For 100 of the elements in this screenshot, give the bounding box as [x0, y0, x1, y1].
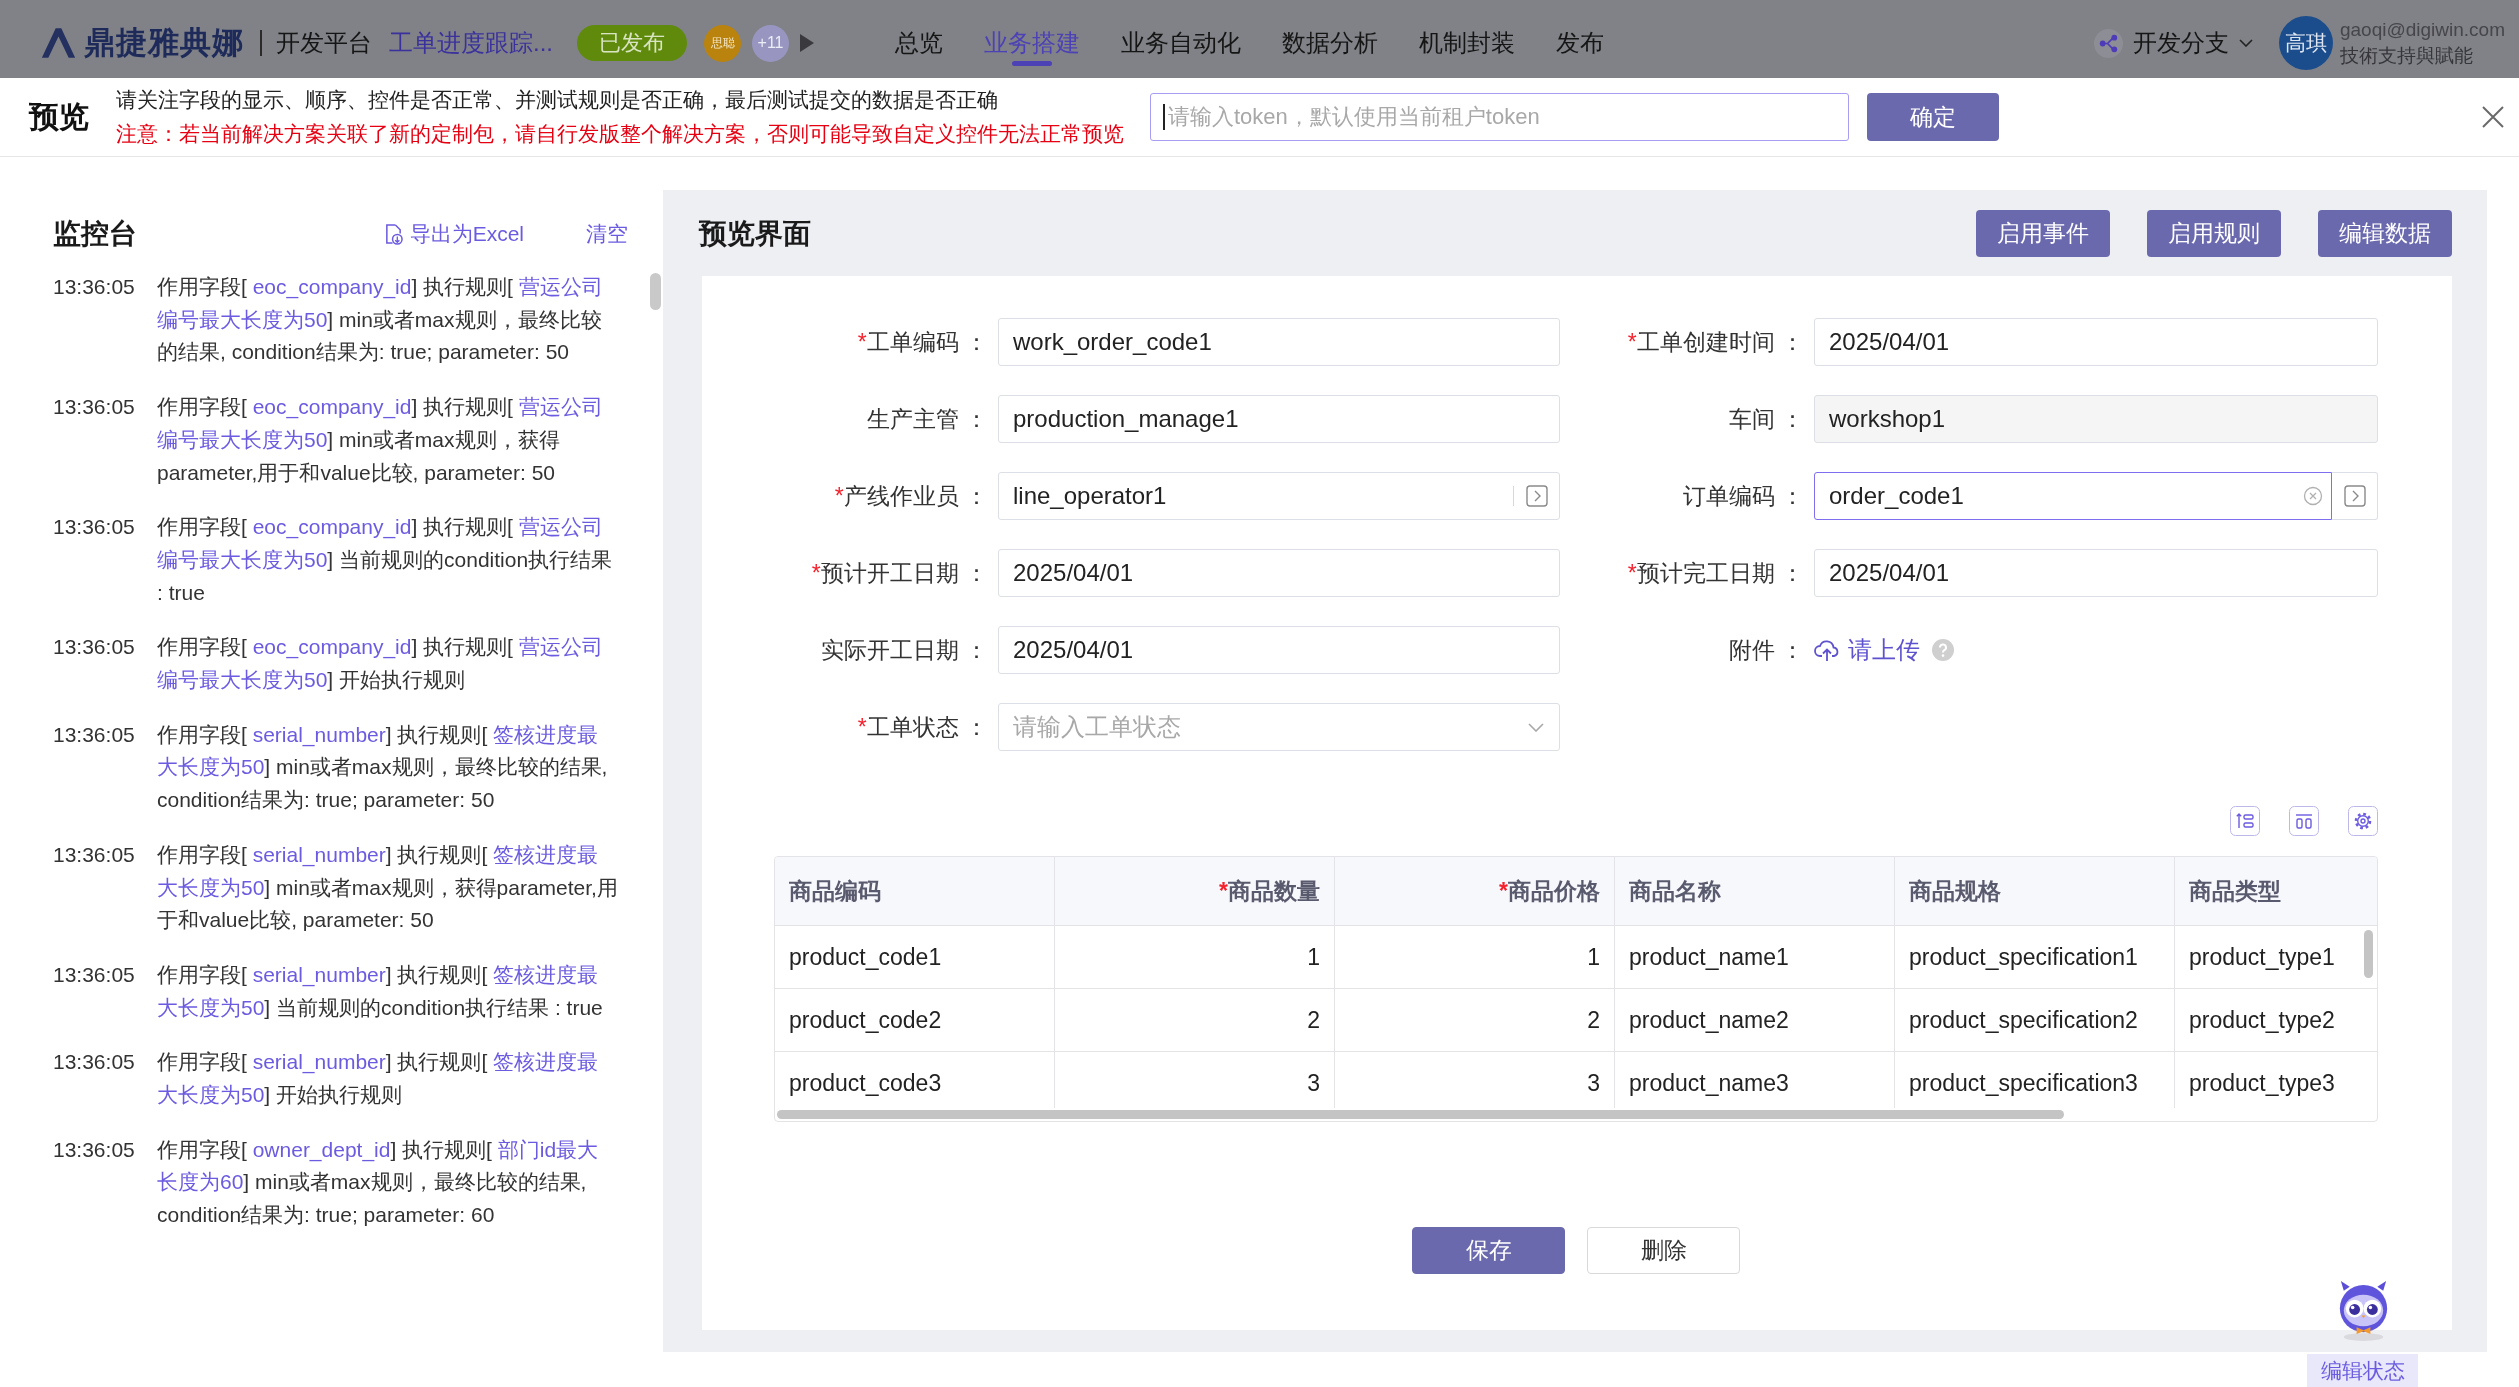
- input-field[interactable]: order_code1: [1814, 472, 2332, 520]
- close-icon[interactable]: [2481, 105, 2505, 129]
- table-cell: product_code1: [775, 926, 1055, 989]
- platform-title: 开发平台: [276, 28, 372, 58]
- action-button[interactable]: 启用规则: [2147, 210, 2281, 257]
- column-header: 商品名称: [1615, 857, 1895, 926]
- chevron-box-icon: [2343, 485, 2366, 507]
- log-time: 13:36:05: [53, 394, 136, 421]
- settings-icon[interactable]: [2348, 806, 2378, 836]
- warning-text: 注意：若当前解决方案关联了新的定制包，请自行发版整个解决方案，否则可能导致自定义控件无法正常预览: [116, 121, 1121, 147]
- input-field[interactable]: 2025/04/01: [998, 549, 1560, 597]
- logo-icon: [40, 26, 77, 60]
- primary-button[interactable]: 保存: [1412, 1227, 1565, 1274]
- table-cell: product_specification1: [1895, 926, 2175, 989]
- input-field[interactable]: workshop1: [1814, 395, 2378, 443]
- column-header: *商品数量: [1055, 857, 1335, 926]
- nav-tab[interactable]: 总览: [895, 8, 943, 78]
- table-cell: product_name1: [1615, 926, 1895, 989]
- log-time: 13:36:05: [53, 274, 136, 300]
- action-button[interactable]: 编辑数据: [2318, 210, 2452, 257]
- log-message: 作用字段[ owner_dept_id] 执行规则[ 部门id最大长度为60] min或者max规则，最终比较的结果, condition结果为: true; parameter: 60: [157, 1136, 600, 1229]
- input-field[interactable]: 2025/04/01: [1814, 549, 2378, 597]
- table-cell: product_code2: [775, 989, 1055, 1052]
- action-button[interactable]: 启用事件: [1976, 210, 2110, 257]
- export-link[interactable]: 导出为Excel: [383, 220, 524, 248]
- field-label: *预计完工日期 ：: [1626, 558, 1804, 588]
- table-cell: 2: [1055, 989, 1335, 1052]
- field-label: 附件 ：: [1727, 635, 1804, 665]
- notice-text: 请关注字段的显示、顺序、控件是否正常、并测试规则是否正确，最后测试提交的数据是否正确: [116, 87, 999, 113]
- log-message: 作用字段[ serial_number] 执行规则[ 签核进度最大长度为50] min或者max规则，最终比较的结果, condition结果为: true; parameter: 50: [157, 721, 609, 814]
- field-label: *工单编码 ：: [856, 327, 988, 357]
- panel-title: 预览界面: [699, 216, 811, 251]
- logo-text: 鼎捷雅典娜: [84, 24, 244, 62]
- log-time: 13:36:05: [53, 514, 136, 541]
- nav-tab[interactable]: 业务自动化: [1121, 8, 1241, 78]
- log-message: 作用字段[ eoc_company_id] 执行规则[ 营运公司编号最大长度为50] min或者max规则，最终比较的结果, condition结果为: true; parameter: 50: [157, 274, 604, 366]
- field-label: 实际开工日期 ：: [819, 635, 988, 665]
- input-field[interactable]: 2025/04/01: [998, 626, 1560, 674]
- select-field[interactable]: 请输入工单状态: [998, 703, 1560, 751]
- column-header: 商品类型: [2175, 857, 2377, 926]
- field-label: 订单编码 ：: [1681, 481, 1804, 511]
- lookup-button[interactable]: [2332, 472, 2378, 520]
- log-time: 13:36:05: [53, 1136, 136, 1163]
- table-cell: 2: [1335, 989, 1615, 1052]
- status-badge: 已发布: [577, 25, 687, 61]
- field-label: 车间 ：: [1727, 404, 1804, 434]
- table-cell: product_specification2: [1895, 989, 2175, 1052]
- branch-icon: [2093, 28, 2123, 58]
- user-avatar[interactable]: 高琪: [2278, 16, 2333, 70]
- log-message: 作用字段[ eoc_company_id] 执行规则[ 营运公司编号最大长度为50] 开始执行规则: [157, 634, 604, 694]
- token-field[interactable]: 请输入token，默认使用当前租户token: [1150, 93, 1849, 141]
- play-icon[interactable]: [799, 33, 815, 53]
- log-time: 13:36:05: [53, 721, 136, 748]
- log-message: 作用字段[ eoc_company_id] 执行规则[ 营运公司编号最大长度为50] 当前规则的condition执行结果 : true: [157, 514, 614, 606]
- upload-link[interactable]: 请上传: [1814, 634, 1920, 666]
- log-time: 13:36:05: [53, 634, 136, 661]
- nav-tab[interactable]: 机制封装: [1419, 8, 1515, 78]
- scrollbar[interactable]: [650, 273, 661, 310]
- table-cell: product_type3: [2175, 1052, 2377, 1108]
- log-message: 作用字段[ serial_number] 执行规则[ 签核进度最大长度为50] 当前规则的condition执行结果 : true: [157, 961, 604, 1021]
- export-icon: [383, 223, 403, 245]
- chevron-down-icon: [2238, 39, 2253, 47]
- scrollbar[interactable]: [2364, 930, 2373, 978]
- input-field[interactable]: work_order_code1: [998, 318, 1560, 366]
- table-cell: product_type2: [2175, 989, 2377, 1052]
- table-cell: 1: [1055, 926, 1335, 989]
- log-time: 13:36:05: [53, 1049, 136, 1076]
- chevron-down-icon: [1528, 723, 1544, 732]
- columns-icon[interactable]: [2289, 806, 2319, 836]
- field-label: *产线作业员 ：: [833, 481, 988, 511]
- app-name[interactable]: 工单进度跟踪...: [389, 27, 553, 59]
- input-field[interactable]: production_manage1: [998, 395, 1560, 443]
- log-time: 13:36:05: [53, 961, 136, 988]
- table-cell: 1: [1335, 926, 1615, 989]
- chevron-box-icon[interactable]: [1526, 485, 1548, 507]
- confirm-button[interactable]: 确定: [1867, 93, 1999, 141]
- secondary-button[interactable]: 删除: [1587, 1227, 1740, 1274]
- input-field[interactable]: line_operator1: [998, 472, 1560, 520]
- nav-tab[interactable]: 发布: [1556, 8, 1604, 78]
- field-label: *预计开工日期 ：: [810, 558, 988, 588]
- cloud-upload-icon: [1814, 638, 1840, 662]
- scrollbar[interactable]: [777, 1110, 2064, 1119]
- console-title: 监控台: [53, 217, 137, 251]
- clear-icon[interactable]: [2303, 486, 2323, 506]
- collaborator-avatar[interactable]: 思聪: [704, 24, 741, 62]
- branch-selector[interactable]: 开发分支: [2093, 27, 2253, 59]
- status-label[interactable]: 编辑状态: [2307, 1354, 2418, 1387]
- sort-order-icon[interactable]: [2230, 806, 2260, 836]
- preview-title: 预览: [29, 98, 87, 135]
- log-message: 作用字段[ serial_number] 执行规则[ 签核进度最大长度为50] 开始执行规则: [157, 1049, 600, 1109]
- table-cell: product_name2: [1615, 989, 1895, 1052]
- column-header: 商品编码: [775, 857, 1055, 926]
- input-field[interactable]: 2025/04/01: [1814, 318, 2378, 366]
- log-time: 13:36:05: [53, 841, 136, 868]
- user-org: 技術支持與賦能: [2339, 44, 2474, 68]
- text-cursor-icon: [1163, 104, 1165, 130]
- column-header: 商品规格: [1895, 857, 2175, 926]
- field-label: *工单创建时间 ：: [1626, 327, 1804, 357]
- nav-tab[interactable]: 数据分析: [1282, 8, 1378, 78]
- clear-link[interactable]: 清空: [586, 220, 628, 248]
